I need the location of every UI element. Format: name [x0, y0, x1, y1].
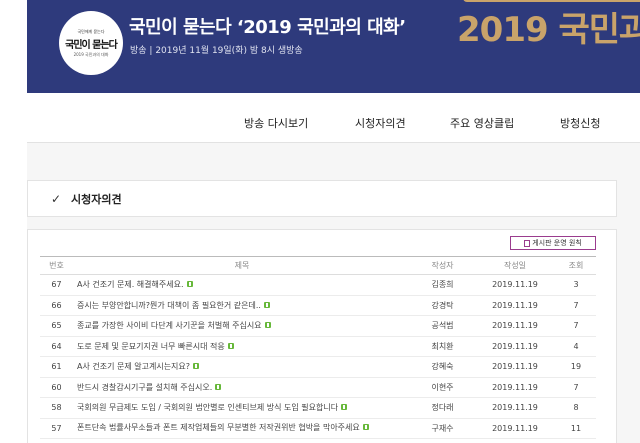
post-views: 8: [556, 397, 596, 419]
nav-viewer-opinions[interactable]: 시청자의견: [355, 115, 406, 131]
row-number: 60: [40, 377, 73, 398]
table-row[interactable]: 66 증시는 부양안합니까?뭔가 대책이 좀 필요한거 같은데.. 강경탁 20…: [40, 295, 596, 316]
new-post-icon: [193, 363, 200, 370]
table-header-row: 번호 제목 작성자 작성일 조회: [40, 256, 596, 275]
post-title-link[interactable]: 도로 문제 및 문묘기지권 너무 빠른시대 적응: [77, 342, 225, 351]
table-row[interactable]: 65 종교를 가장한 사이비 다단계 사기꾼을 처벌해 주십시요 공석범 201…: [40, 315, 596, 337]
post-author: 강혜숙: [411, 356, 474, 378]
logo-main-text: 국민이 묻는다: [65, 39, 118, 51]
program-nav: 방송 다시보기 시청자의견 주요 영상클립 방청신청: [27, 93, 640, 143]
new-post-icon: [264, 322, 271, 329]
row-number: 61: [40, 356, 73, 378]
new-post-icon: [227, 342, 234, 349]
table-row[interactable]: 67 A사 건조기 문제. 해결해주세요. 김종희 2019.11.19 3: [40, 274, 596, 296]
table-row[interactable]: 64 도로 문제 및 문묘기지권 너무 빠른시대 적응 최치환 2019.11.…: [40, 336, 596, 357]
post-author: 최치환: [411, 336, 474, 357]
post-views: 11: [556, 418, 596, 439]
document-icon: [524, 239, 531, 247]
col-title: 제목: [73, 256, 411, 275]
nav-replay[interactable]: 방송 다시보기: [244, 115, 308, 131]
post-date: 2019.11.19: [474, 336, 556, 357]
post-views: 4: [556, 336, 596, 357]
post-author: 이현주: [411, 377, 474, 398]
post-author: 강경탁: [411, 295, 474, 316]
new-post-icon: [215, 383, 222, 390]
row-number: 65: [40, 315, 73, 337]
col-date: 작성일: [474, 256, 556, 275]
nav-video-clips[interactable]: 주요 영상클립: [450, 115, 514, 131]
post-date: 2019.11.19: [474, 356, 556, 378]
row-number: 67: [40, 274, 73, 296]
post-author: 김종희: [411, 274, 474, 296]
opinion-table: 번호 제목 작성자 작성일 조회 67 A사 건조기 문제. 해결해주세요. 김…: [40, 256, 596, 439]
post-views: 7: [556, 295, 596, 316]
logo-sub-text: 2019 국민과의 대화: [73, 51, 109, 57]
logo-top-text: 국민에게 묻는다: [77, 28, 105, 34]
post-author: 구재수: [411, 418, 474, 439]
table-row[interactable]: 57 폰트단속 법률사무소들과 폰트 제작업체들의 무분별한 저작권위반 협박을…: [40, 418, 596, 439]
post-author: 정다래: [411, 397, 474, 419]
check-icon: ✓: [51, 192, 62, 206]
program-title: 국민이 묻는다 ‘2019 국민과의 대화’: [129, 17, 406, 38]
row-number: 64: [40, 336, 73, 357]
new-post-icon: [263, 301, 270, 308]
post-title-link[interactable]: 종교를 가장한 사이비 다단계 사기꾼을 처벌해 주십시요: [77, 321, 262, 330]
post-date: 2019.11.19: [474, 274, 556, 296]
new-post-icon: [362, 424, 369, 431]
post-author: 공석범: [411, 315, 474, 337]
post-title-link[interactable]: A사 건조기 문제 알고계시는지요?: [77, 362, 190, 371]
post-title-link[interactable]: 폰트단속 법률사무소들과 폰트 제작업체들의 무분별한 저작권위반 협박을 막아…: [77, 423, 360, 432]
row-number: 57: [40, 418, 73, 439]
banner-deco-text: 2019 국민과의: [457, 10, 640, 50]
post-title-link[interactable]: A사 건조기 문제. 해결해주세요.: [77, 280, 184, 289]
post-title-link[interactable]: 반드시 경찰감시기구를 설치해 주십시오.: [77, 383, 212, 392]
row-number: 66: [40, 295, 73, 316]
board-rules-button[interactable]: 게시판 운영 원칙: [510, 236, 596, 250]
post-views: 3: [556, 274, 596, 296]
col-views: 조회: [556, 256, 596, 275]
board-rules-label: 게시판 운영 원칙: [532, 239, 582, 247]
post-date: 2019.11.19: [474, 377, 556, 398]
post-views: 19: [556, 356, 596, 378]
section-header: ✓ 시청자의견: [27, 180, 617, 217]
post-date: 2019.11.19: [474, 315, 556, 337]
program-banner: 국민에게 묻는다 국민이 묻는다 2019 국민과의 대화 국민이 묻는다 ‘2…: [27, 0, 640, 93]
section-title: 시청자의견: [71, 193, 122, 206]
row-number: 58: [40, 397, 73, 419]
post-date: 2019.11.19: [474, 418, 556, 439]
nav-audience-apply[interactable]: 방청신청: [560, 115, 600, 131]
post-title-link[interactable]: 증시는 부양안합니까?뭔가 대책이 좀 필요한거 같은데..: [77, 301, 261, 310]
table-row[interactable]: 58 국회의원 무급제도 도입 / 국회의원 법안별로 인센티브제 방식 도입 …: [40, 397, 596, 419]
col-number: 번호: [40, 256, 73, 275]
broadcast-time: 방송 | 2019년 11월 19일(화) 밤 8시 생방송: [130, 46, 303, 56]
table-row[interactable]: 60 반드시 경찰감시기구를 설치해 주십시오. 이현주 2019.11.19 …: [40, 377, 596, 398]
col-author: 작성자: [411, 256, 474, 275]
program-logo[interactable]: 국민에게 묻는다 국민이 묻는다 2019 국민과의 대화: [59, 11, 123, 75]
post-date: 2019.11.19: [474, 397, 556, 419]
new-post-icon: [186, 281, 193, 288]
post-date: 2019.11.19: [474, 295, 556, 316]
new-post-icon: [341, 403, 348, 410]
post-title-link[interactable]: 국회의원 무급제도 도입 / 국회의원 법안별로 인센티브제 방식 도입 필요합…: [77, 403, 338, 412]
opinion-board: 게시판 운영 원칙 번호 제목 작성자 작성일 조회 67 A사 건조기 문제.…: [27, 229, 617, 443]
post-views: 7: [556, 315, 596, 337]
table-row[interactable]: 61 A사 건조기 문제 알고계시는지요? 강혜숙 2019.11.19 19: [40, 356, 596, 378]
post-views: 7: [556, 377, 596, 398]
